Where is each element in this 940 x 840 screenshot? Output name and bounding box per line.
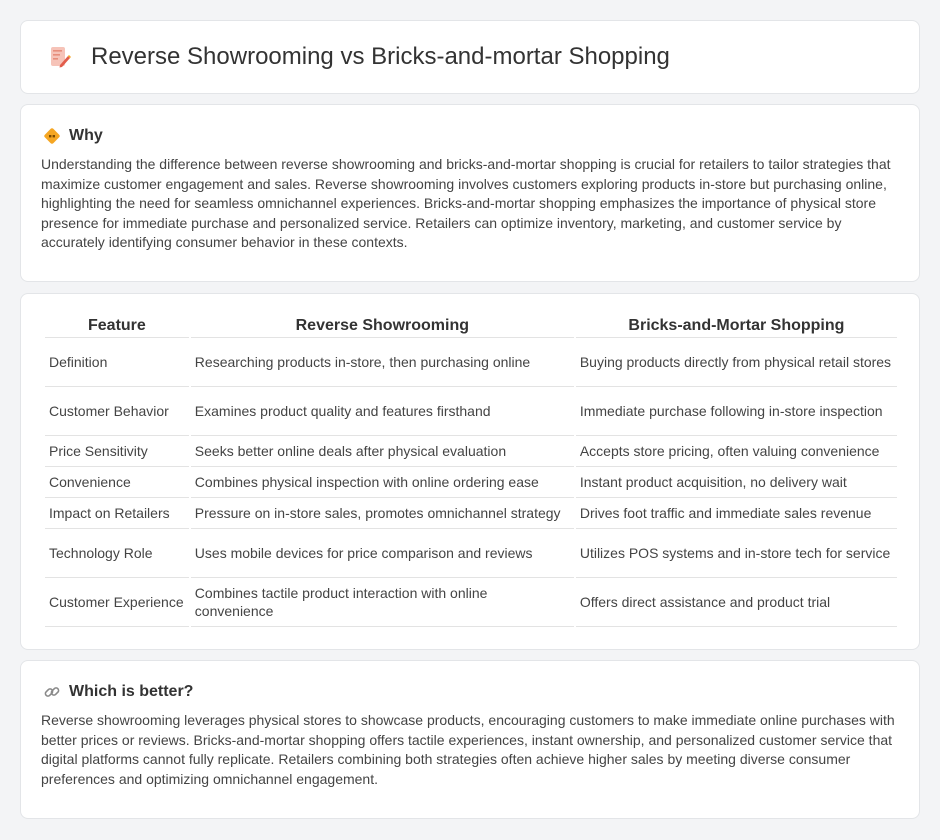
better-header: Which is better? xyxy=(21,661,919,701)
feature-cell: Technology Role xyxy=(45,529,189,578)
feature-cell: Impact on Retailers xyxy=(45,498,189,529)
bricks-cell: Immediate purchase following in-store in… xyxy=(575,387,897,436)
why-heading: Why xyxy=(69,127,103,144)
table-header-row: Feature Reverse Showrooming Bricks-and-M… xyxy=(45,316,897,338)
bricks-cell: Buying products directly from physical r… xyxy=(575,338,897,387)
table-row: Impact on Retailers Pressure on in-store… xyxy=(45,498,897,529)
reverse-cell: Pressure on in-store sales, promotes omn… xyxy=(190,498,574,529)
header-feature: Feature xyxy=(45,316,189,338)
bricks-cell: Utilizes POS systems and in-store tech f… xyxy=(575,529,897,578)
feature-cell: Customer Experience xyxy=(45,578,189,627)
bricks-cell: Drives foot traffic and immediate sales … xyxy=(575,498,897,529)
table-row: Customer Experience Combines tactile pro… xyxy=(45,578,897,627)
reverse-cell: Examines product quality and features fi… xyxy=(190,387,574,436)
header-bricks-and-mortar: Bricks-and-Mortar Shopping xyxy=(575,316,897,338)
comparison-section: Feature Reverse Showrooming Bricks-and-M… xyxy=(20,293,920,650)
feature-cell: Price Sensitivity xyxy=(45,436,189,467)
better-heading: Which is better? xyxy=(69,683,194,700)
document-pencil-icon xyxy=(51,47,71,68)
comparison-table: Feature Reverse Showrooming Bricks-and-M… xyxy=(43,316,899,627)
better-body: Reverse showrooming leverages physical s… xyxy=(41,712,895,787)
table-row: Price Sensitivity Seeks better online de… xyxy=(45,436,897,467)
header-reverse-showrooming: Reverse Showrooming xyxy=(190,316,574,338)
page-title: Reverse Showrooming vs Bricks-and-mortar… xyxy=(91,43,670,70)
table-row: Technology Role Uses mobile devices for … xyxy=(45,529,897,578)
table-row: Customer Behavior Examines product quali… xyxy=(45,387,897,436)
diamond-sign-icon xyxy=(44,128,60,144)
link-icon xyxy=(44,687,60,697)
title-card: Reverse Showrooming vs Bricks-and-mortar… xyxy=(20,20,920,94)
reverse-cell: Researching products in-store, then purc… xyxy=(190,338,574,387)
bricks-cell: Accepts store pricing, often valuing con… xyxy=(575,436,897,467)
bricks-cell: Offers direct assistance and product tri… xyxy=(575,578,897,627)
reverse-cell: Combines physical inspection with online… xyxy=(190,467,574,498)
why-section: Why Understanding the difference between… xyxy=(20,104,920,282)
feature-cell: Customer Behavior xyxy=(45,387,189,436)
table-row: Convenience Combines physical inspection… xyxy=(45,467,897,498)
title-row: Reverse Showrooming vs Bricks-and-mortar… xyxy=(21,21,919,93)
which-is-better-section: Which is better? Reverse showrooming lev… xyxy=(20,660,920,819)
bricks-cell: Instant product acquisition, no delivery… xyxy=(575,467,897,498)
why-header: Why xyxy=(21,105,919,145)
reverse-cell: Combines tactile product interaction wit… xyxy=(190,578,574,627)
why-body: Understanding the difference between rev… xyxy=(41,156,891,251)
reverse-cell: Uses mobile devices for price comparison… xyxy=(190,529,574,578)
feature-cell: Definition xyxy=(45,338,189,387)
reverse-cell: Seeks better online deals after physical… xyxy=(190,436,574,467)
table-row: Definition Researching products in-store… xyxy=(45,338,897,387)
feature-cell: Convenience xyxy=(45,467,189,498)
